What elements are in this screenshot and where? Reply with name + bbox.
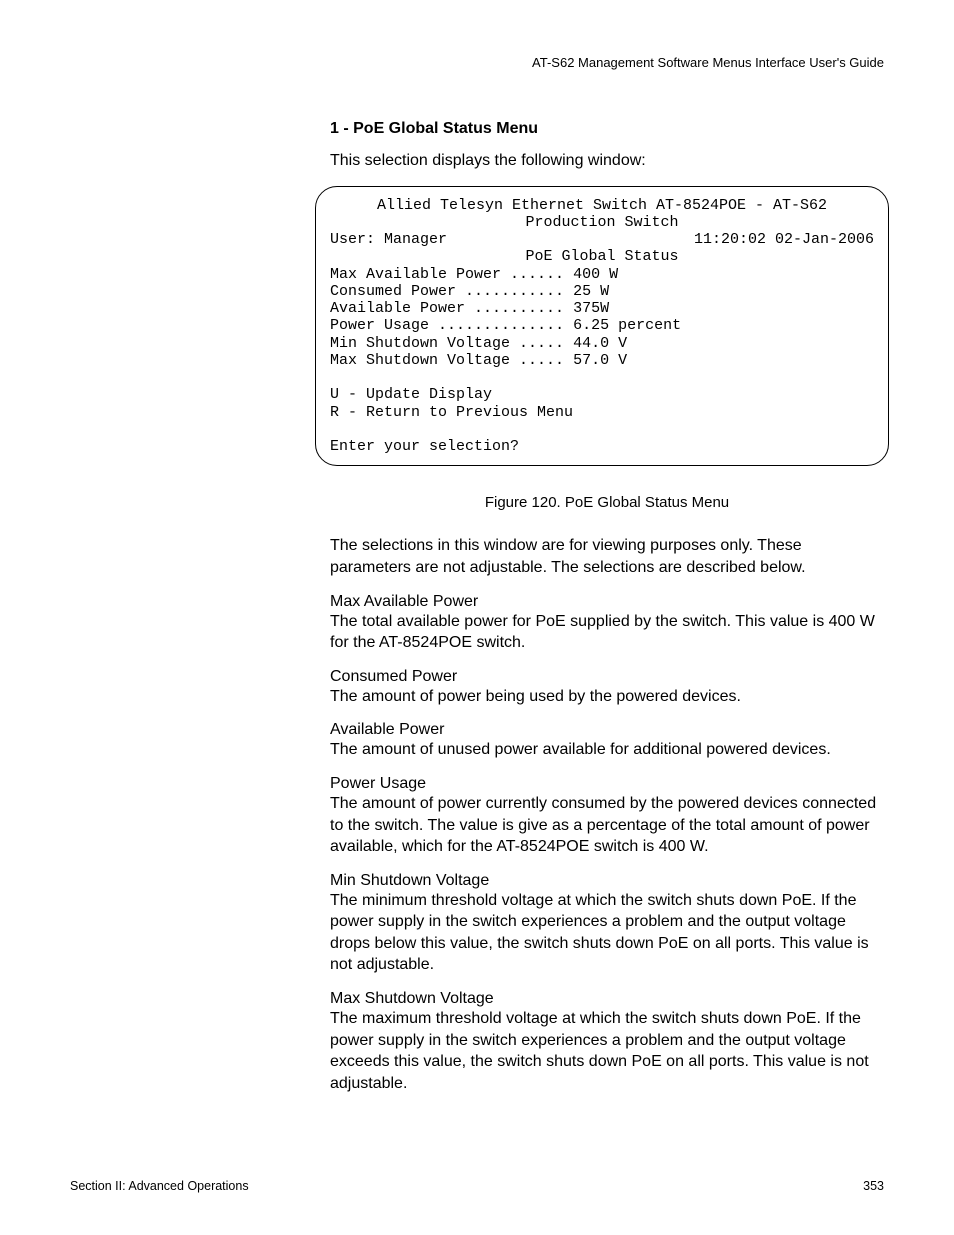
main-content: 1 - PoE Global Status Menu This selectio… [330,120,884,1094]
running-header: AT-S62 Management Software Menus Interfa… [70,55,884,70]
terminal-data-row: Consumed Power ........... 25 W [330,283,874,300]
def-term: Min Shutdown Voltage [330,872,884,890]
terminal-title-2: Production Switch [330,214,874,231]
terminal-data-row: Power Usage .............. 6.25 percent [330,317,874,334]
terminal-datetime: 11:20:02 02-Jan-2006 [694,231,874,248]
terminal-option: U - Update Display [330,386,874,403]
terminal-data-row: Min Shutdown Voltage ..... 44.0 V [330,335,874,352]
def-desc: The amount of power currently consumed b… [330,793,884,858]
figure-caption: Figure 120. PoE Global Status Menu [330,494,884,511]
def-desc: The amount of unused power available for… [330,739,884,761]
terminal-user: User: Manager [330,231,447,248]
def-term: Available Power [330,721,884,739]
terminal-prompt: Enter your selection? [330,438,874,455]
terminal-user-row: User: Manager 11:20:02 02-Jan-2006 [330,231,874,248]
def-term: Consumed Power [330,668,884,686]
def-desc: The minimum threshold voltage at which t… [330,890,884,976]
footer-page-number: 353 [863,1179,884,1193]
def-desc: The amount of power being used by the po… [330,686,884,708]
terminal-data-row: Max Shutdown Voltage ..... 57.0 V [330,352,874,369]
terminal-title-1: Allied Telesyn Ethernet Switch AT-8524PO… [330,197,874,214]
def-desc: The total available power for PoE suppli… [330,611,884,654]
intro-text: This selection displays the following wi… [330,150,884,172]
def-term: Max Shutdown Voltage [330,990,884,1008]
document-page: AT-S62 Management Software Menus Interfa… [0,0,954,1235]
definition-list: Max Available Power The total available … [330,593,884,1095]
def-term: Power Usage [330,775,884,793]
page-footer: Section II: Advanced Operations 353 [70,1179,884,1193]
def-desc: The maximum threshold voltage at which t… [330,1008,884,1094]
terminal-window: Allied Telesyn Ethernet Switch AT-8524PO… [315,186,889,467]
terminal-option: R - Return to Previous Menu [330,404,874,421]
section-heading: 1 - PoE Global Status Menu [330,120,884,138]
terminal-data-row: Available Power .......... 375W [330,300,874,317]
note-text: The selections in this window are for vi… [330,535,884,578]
def-term: Max Available Power [330,593,884,611]
footer-section: Section II: Advanced Operations [70,1179,249,1193]
terminal-subtitle: PoE Global Status [330,248,874,265]
terminal-data-row: Max Available Power ...... 400 W [330,266,874,283]
